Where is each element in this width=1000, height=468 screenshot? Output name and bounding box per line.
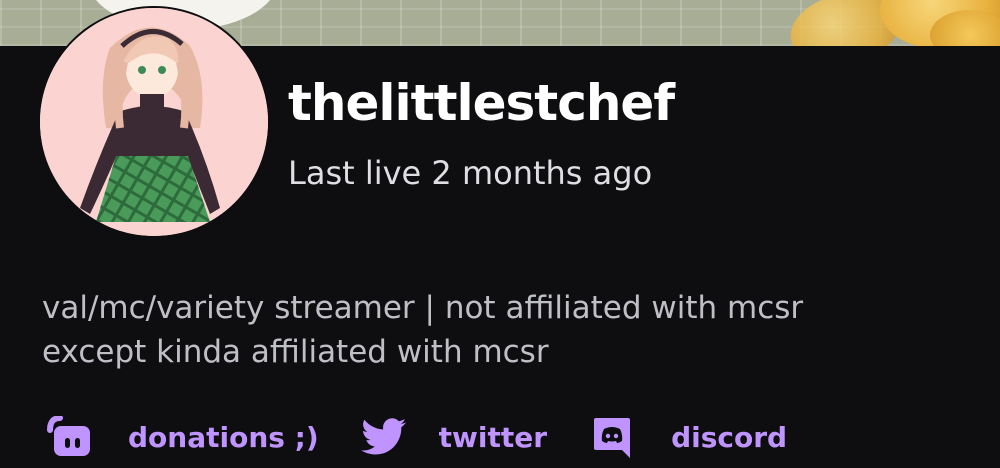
link-label: twitter bbox=[438, 420, 548, 454]
link-label: donations ;) bbox=[128, 420, 319, 454]
avatar-illustration bbox=[40, 8, 268, 236]
channel-about-panel: thelittlestchef Last live 2 months ago v… bbox=[0, 0, 1000, 468]
link-twitter[interactable]: twitter bbox=[359, 412, 547, 462]
channel-name: thelittlestchef bbox=[288, 74, 675, 132]
last-live-status: Last live 2 months ago bbox=[288, 154, 653, 192]
discord-icon bbox=[587, 412, 637, 462]
channel-bio: val/mc/variety streamer | not affiliated… bbox=[42, 286, 942, 374]
bio-line: val/mc/variety streamer | not affiliated… bbox=[42, 290, 804, 326]
twitter-icon bbox=[359, 412, 409, 462]
link-label: discord bbox=[671, 420, 788, 454]
social-links: donations ;) twitter discord bbox=[44, 412, 827, 462]
link-discord[interactable]: discord bbox=[587, 412, 787, 462]
avatar[interactable] bbox=[40, 8, 268, 236]
bio-line: except kinda affiliated with mcsr bbox=[42, 334, 549, 370]
link-donations[interactable]: donations ;) bbox=[44, 412, 319, 462]
streamlabs-icon bbox=[44, 412, 94, 462]
